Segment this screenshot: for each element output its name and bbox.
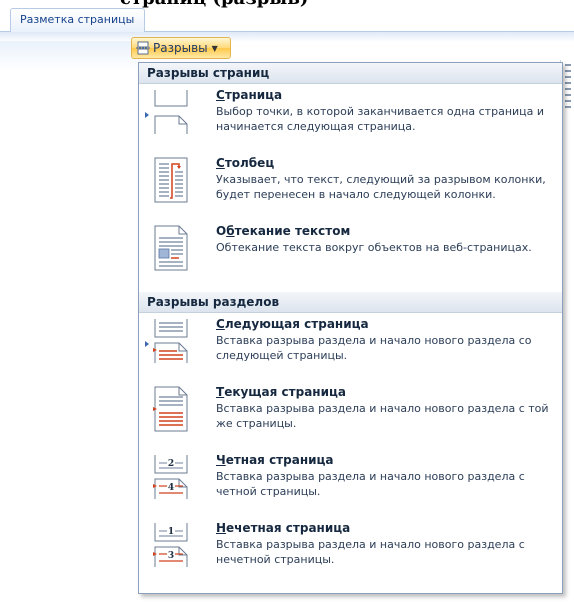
- page-breaks-header: Разрывы страниц: [139, 63, 562, 84]
- menu-item-description: Выбор точки, в которой заканчивается одн…: [216, 105, 545, 133]
- breaks-button[interactable]: Разрывы ▼: [131, 37, 231, 59]
- menu-item-title: Следующая страница: [216, 317, 369, 331]
- menu-item-description: Вставка разрыва раздела и начало нового …: [216, 402, 549, 430]
- menu-item-description: Обтекание текста вокруг объектов на веб-…: [216, 241, 532, 254]
- menu-item-description: Вставка разрыва раздела и начало нового …: [216, 334, 532, 362]
- ribbon-group-background: [0, 41, 140, 71]
- tab-page-layout[interactable]: Разметка страницы: [10, 8, 145, 32]
- menu-item-column-break[interactable]: Столбец Указывает, что текст, следующий …: [139, 152, 562, 220]
- chevron-down-icon: ▼: [211, 43, 218, 53]
- menu-item-next-page-section[interactable]: Следующая страница Вставка разрыва разде…: [139, 313, 562, 381]
- menu-item-title: Текущая страница: [216, 385, 346, 399]
- even-icon-number-bottom: 4: [168, 483, 174, 493]
- menu-item-even-page-section[interactable]: 2 4 Четная страница Вставка разрыва разд…: [139, 449, 562, 517]
- menu-item-continuous-section[interactable]: Текущая страница Вставка разрыва раздела…: [139, 381, 562, 449]
- menu-item-title: Четная страница: [216, 453, 334, 467]
- menu-item-page-break[interactable]: Страница Выбор точки, в которой заканчив…: [139, 84, 562, 152]
- document-heading-partial: страниц (разрыв): [120, 0, 480, 10]
- breaks-icon: [136, 41, 150, 55]
- menu-item-description: Указывает, что текст, следующий за разры…: [216, 173, 546, 201]
- odd-icon-number-bottom: 3: [168, 551, 174, 561]
- menu-item-text-wrapping[interactable]: Обтекание текстом Обтекание текста вокру…: [139, 220, 562, 292]
- pointer-icon: [145, 112, 149, 118]
- menu-item-description: Вставка разрыва раздела и начало нового …: [216, 538, 525, 566]
- menu-item-title: Нечетная страница: [216, 521, 351, 535]
- continuous-section-icon: [153, 386, 188, 432]
- menu-item-odd-page-section[interactable]: 1 3 Нечетная страница Вставка разрыва ра…: [139, 517, 562, 585]
- next-page-section-icon: [153, 319, 188, 363]
- section-breaks-header: Разрывы разделов: [139, 292, 562, 313]
- menu-item-title: Столбец: [216, 156, 275, 170]
- even-icon-number-top: 2: [168, 459, 174, 469]
- menu-item-description: Вставка разрыва раздела и начало нового …: [216, 470, 525, 498]
- odd-page-section-icon: 1 3: [153, 523, 188, 567]
- column-break-icon: [154, 157, 188, 203]
- page-break-icon: [154, 90, 188, 134]
- odd-icon-number-top: 1: [168, 527, 174, 537]
- menu-item-title: Страница: [216, 88, 283, 102]
- even-page-section-icon: 2 4: [153, 455, 188, 499]
- breaks-button-label: Разрывы: [153, 41, 208, 55]
- breaks-dropdown-menu: Разрывы страниц Страница Выбор точки, в …: [138, 62, 563, 594]
- menu-item-title: Обтекание текстом: [216, 224, 351, 238]
- pointer-icon: [145, 341, 149, 347]
- text-wrapping-icon: [154, 225, 188, 271]
